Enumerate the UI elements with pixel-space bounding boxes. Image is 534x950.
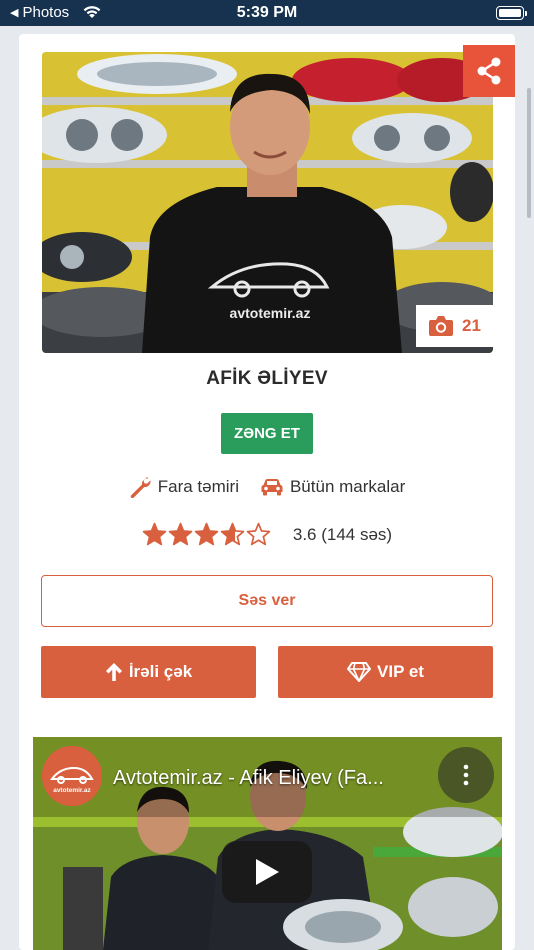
video-title[interactable]: Avtotemir.az - Afik Eliyev (Fa... (113, 767, 443, 790)
star-icon[interactable] (168, 522, 193, 547)
call-button[interactable]: ZƏNG ET (221, 413, 313, 454)
share-icon (477, 57, 501, 85)
star-icon[interactable] (142, 522, 167, 547)
play-button[interactable] (222, 841, 312, 903)
photo-count: 21 (462, 316, 481, 335)
rating-stars[interactable] (142, 522, 271, 547)
master-name: AFİK ƏLİYEV (206, 368, 328, 389)
scrollbar[interactable] (527, 88, 531, 218)
status-bar: ◀ Photos 5:39 PM (0, 0, 534, 26)
wrench-icon (130, 477, 151, 498)
brand-tag-label: Bütün markalar (289, 477, 406, 496)
promote-button[interactable]: İrəli çək (41, 646, 256, 698)
promote-label: İrəli çək (128, 662, 193, 681)
star-icon[interactable] (220, 522, 245, 547)
vip-label: VIP et (377, 662, 424, 681)
arrow-up-icon (105, 663, 122, 681)
vip-button[interactable]: VIP et (278, 646, 493, 698)
star-icon[interactable] (246, 522, 271, 547)
more-vertical-icon (463, 764, 469, 786)
star-icon[interactable] (194, 522, 219, 547)
video-embed[interactable]: avtotemir.az Avtotemir.az - Afik Eliyev … (33, 737, 502, 950)
shirt-brand-text: avtotemir.az (230, 305, 311, 321)
rating-text: 3.6 (144 səs) (292, 524, 393, 544)
service-tag: Fara təmiri (129, 476, 239, 498)
video-menu-button[interactable] (438, 747, 494, 803)
channel-name-text: avtotemir.az (53, 787, 91, 794)
camera-icon (429, 316, 454, 336)
vote-button[interactable]: Səs ver (41, 575, 493, 627)
battery-icon (496, 6, 527, 20)
play-icon (256, 859, 279, 885)
diamond-icon (347, 662, 372, 682)
rating: 3.6 (144 səs) (0, 522, 534, 547)
photo-count-badge[interactable]: 21 (416, 305, 493, 347)
car-icon (261, 479, 283, 496)
channel-avatar[interactable]: avtotemir.az (42, 746, 102, 806)
master-tags: Fara təmiri Bütün markalar (0, 476, 534, 498)
brand-tag: Bütün markalar (261, 476, 405, 498)
clock: 5:39 PM (236, 4, 298, 21)
service-tag-label: Fara təmiri (157, 477, 239, 496)
share-button[interactable] (463, 45, 515, 97)
channel-logo: avtotemir.az (42, 746, 102, 806)
